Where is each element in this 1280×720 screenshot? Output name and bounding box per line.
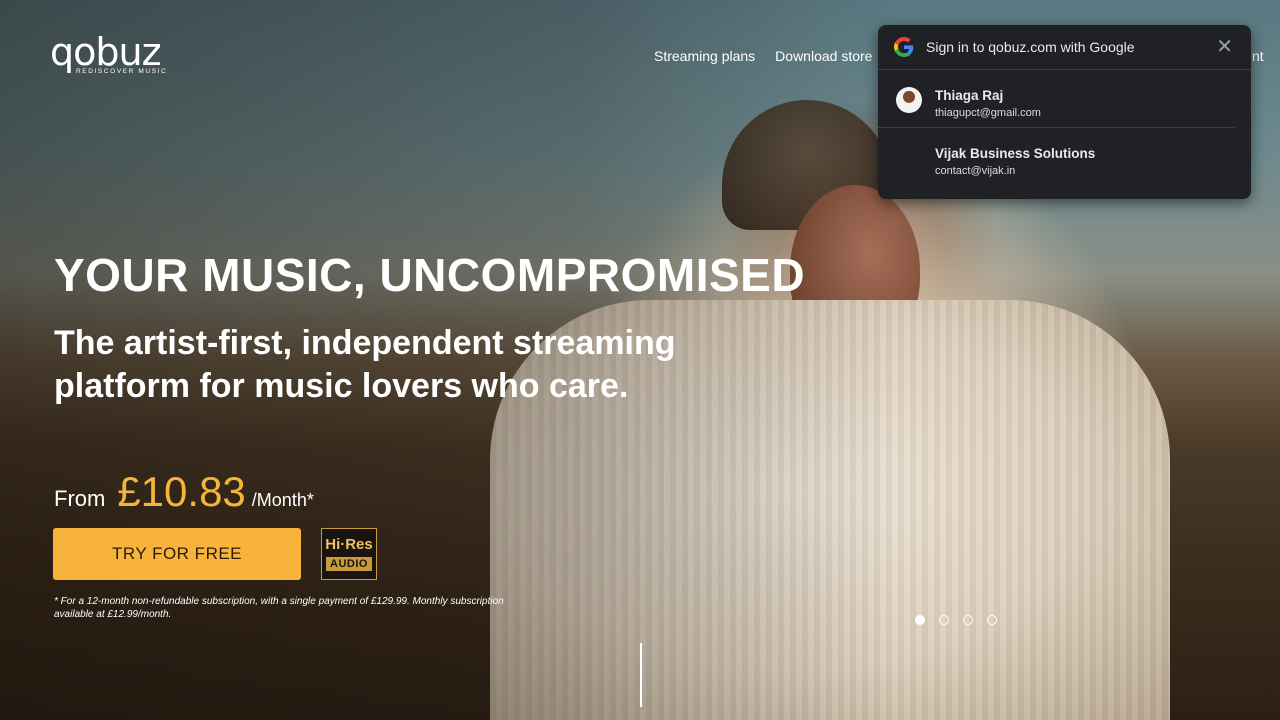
account-email: contact@vijak.in [935, 165, 1016, 177]
account-name: Vijak Business Solutions [935, 146, 1096, 161]
qobuz-logo[interactable]: qobuz REDISCOVER MUSIC [50, 30, 168, 75]
price-block: From £10.83 /Month* [54, 468, 314, 516]
google-signin-popup: Sign in to qobuz.com with Google ✕ Thiag… [878, 25, 1251, 199]
price-from-label: From [54, 486, 106, 511]
google-account-thiaga-raj[interactable]: Thiaga Raj thiagupct@gmail.com [878, 70, 1235, 128]
hires-audio-badge: Hi·Res AUDIO [321, 528, 377, 580]
hires-badge-bottom: AUDIO [326, 557, 372, 571]
carousel-dot-1[interactable] [915, 615, 925, 625]
carousel-dot-3[interactable] [963, 615, 973, 625]
google-g-icon [894, 37, 914, 57]
top-navigation: Streaming plans Download store [654, 48, 872, 64]
try-for-free-button[interactable]: TRY FOR FREE [53, 528, 301, 580]
hero-subline: The artist-first, independent streaming … [54, 324, 676, 405]
carousel-dot-2[interactable] [939, 615, 949, 625]
close-icon[interactable]: ✕ [1216, 37, 1233, 57]
account-email: thiagupct@gmail.com [935, 107, 1041, 119]
price-amount: £10.83 [117, 468, 246, 515]
google-account-vijak[interactable]: Vijak Business Solutions contact@vijak.i… [878, 128, 1251, 185]
google-signin-title: Sign in to qobuz.com with Google [926, 39, 1135, 55]
carousel-indicators [915, 615, 997, 625]
hero-headline: YOUR MUSIC, UNCOMPROMISED [54, 249, 806, 301]
nav-streaming-plans[interactable]: Streaming plans [654, 48, 755, 64]
price-unit: /Month* [251, 490, 314, 510]
avatar [896, 87, 922, 113]
logo-tagline: REDISCOVER MUSIC [76, 68, 168, 75]
logo-wordmark: qobuz [50, 30, 162, 74]
hires-badge-top: Hi·Res [325, 536, 373, 553]
nav-download-store[interactable]: Download store [775, 48, 872, 64]
account-name: Thiaga Raj [935, 88, 1004, 103]
google-signin-header: Sign in to qobuz.com with Google ✕ [878, 25, 1251, 70]
nav-cutoff-item[interactable]: nt [1252, 48, 1264, 64]
pricing-footnote: * For a 12-month non-refundable subscrip… [54, 596, 504, 620]
scroll-indicator [640, 643, 642, 707]
carousel-dot-4[interactable] [987, 615, 997, 625]
